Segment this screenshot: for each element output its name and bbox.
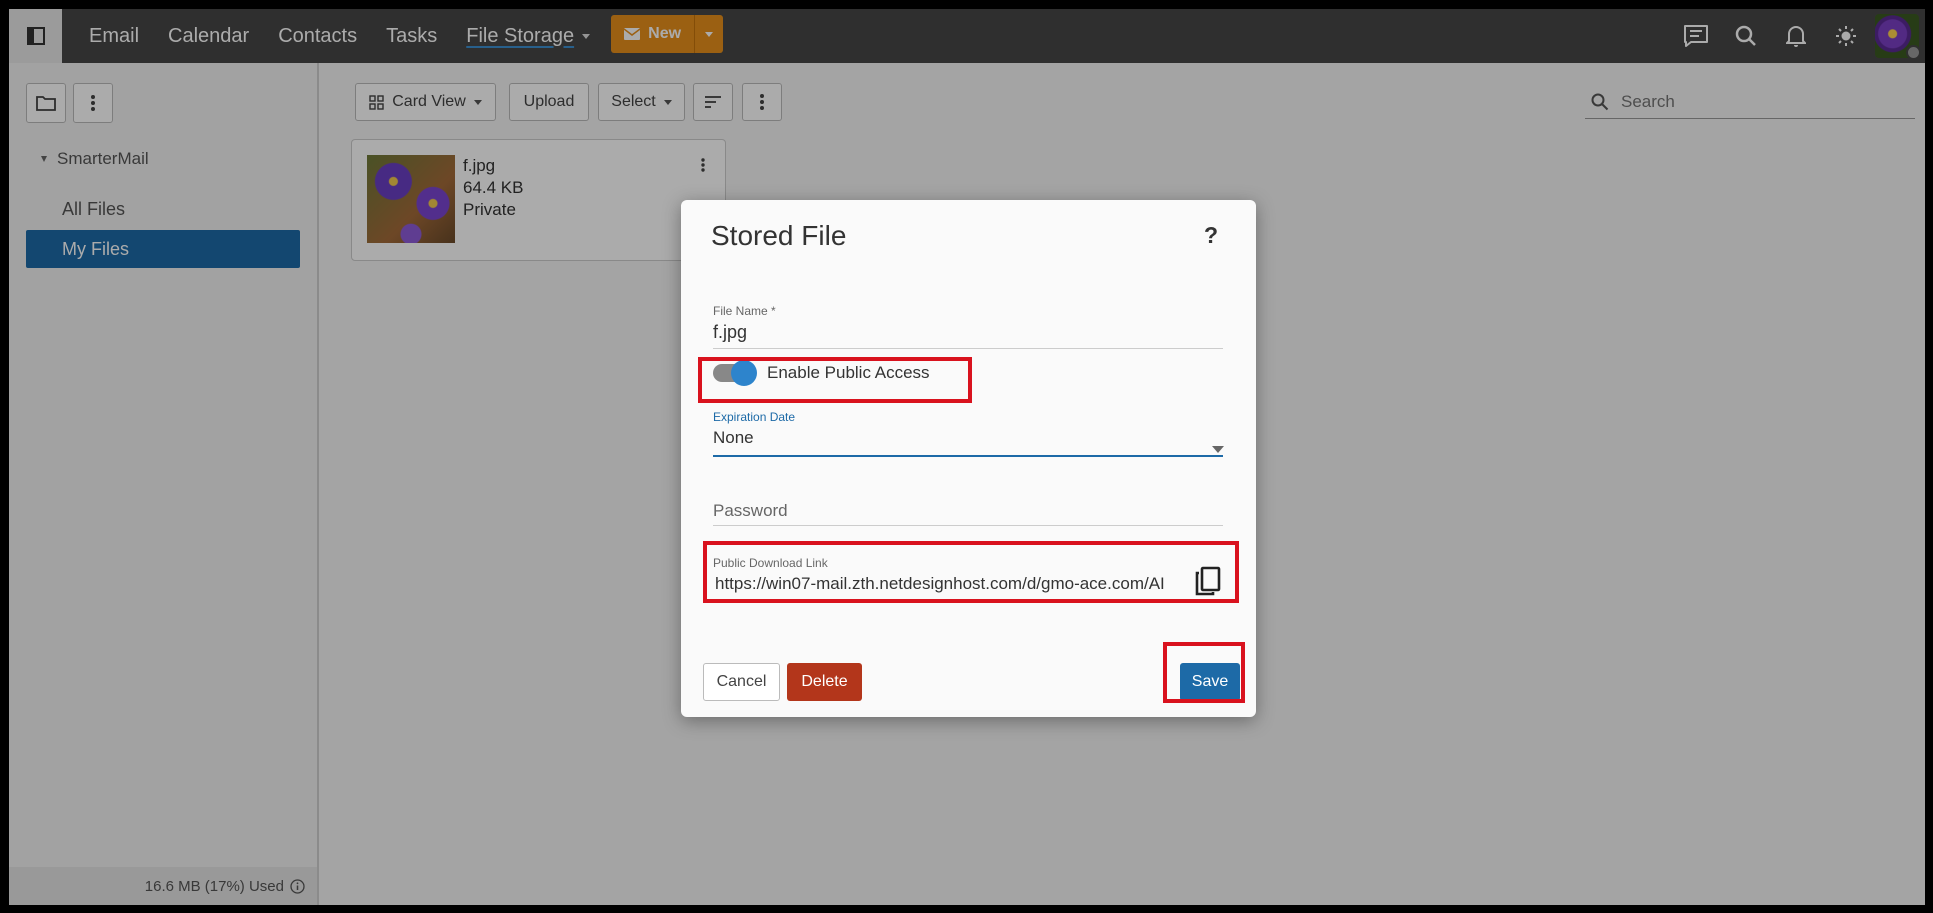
expiration-select[interactable]: None — [713, 428, 754, 448]
chevron-down-icon — [1212, 446, 1224, 453]
file-name-underline — [713, 348, 1223, 349]
highlight-save-button — [1163, 642, 1245, 703]
cancel-button[interactable]: Cancel — [703, 663, 780, 701]
file-name-label: File Name * — [713, 304, 776, 318]
expiration-underline — [713, 455, 1223, 457]
highlight-download-link — [703, 541, 1239, 603]
stored-file-dialog: Stored File ? File Name * f.jpg Enable P… — [681, 200, 1256, 717]
expiration-label: Expiration Date — [713, 410, 796, 424]
password-field[interactable]: Password — [713, 501, 788, 521]
file-name-field[interactable]: f.jpg — [713, 322, 747, 343]
password-underline — [713, 525, 1223, 526]
dialog-title: Stored File — [711, 220, 847, 251]
delete-button[interactable]: Delete — [787, 663, 862, 701]
app-window: Email Calendar Contacts Tasks File Stora… — [9, 9, 1925, 905]
highlight-public-access — [698, 357, 972, 403]
help-button[interactable]: ? — [1204, 222, 1218, 249]
